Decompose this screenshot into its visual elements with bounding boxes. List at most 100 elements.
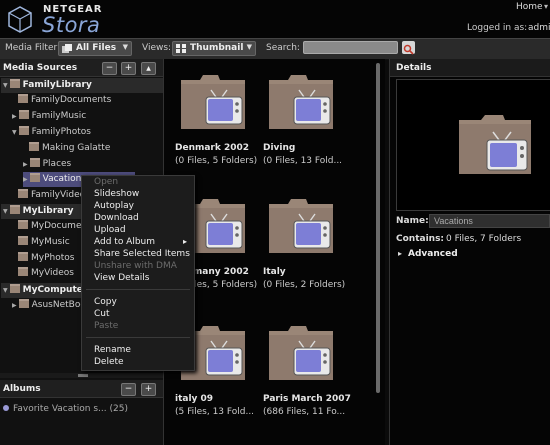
tree-item-label: Making Galatte (42, 143, 111, 153)
tree-item-familyphotos[interactable]: ▼ FamilyPhotos (12, 125, 91, 140)
folder-icon (9, 205, 20, 214)
chevron-down-icon: ▼ (246, 43, 252, 51)
folder-icon (18, 236, 28, 245)
menu-item-download[interactable]: Download (94, 213, 139, 223)
details-title: Details (396, 63, 432, 73)
menu-item-add-to-album[interactable]: Add to Album (94, 237, 155, 247)
collapse-arrow-icon[interactable]: ▶ (12, 113, 17, 120)
folder-icon (9, 79, 20, 88)
views-label: Views: (142, 43, 172, 53)
home-menu[interactable]: Home (516, 2, 543, 12)
menu-item-autoplay[interactable]: Autoplay (94, 201, 134, 211)
menu-separator (86, 337, 190, 338)
search-input[interactable] (303, 41, 398, 54)
tree-item-label: MyPhotos (31, 253, 75, 263)
folder-icon (9, 284, 20, 293)
tree-item-familylibrary[interactable]: ▼ FamilyLibrary (1, 78, 163, 93)
folder-tv-icon (269, 75, 333, 129)
folder-tv-icon (181, 75, 245, 129)
media-filter-dropdown[interactable]: All Files ▼ (58, 41, 132, 56)
tree-item-making-galatte[interactable]: Making Galatte (29, 141, 110, 156)
collapse-arrow-icon[interactable]: ▶ (23, 176, 28, 183)
contains-label: Contains: (396, 234, 445, 244)
folder-count: (686 Files, 11 Fo... (263, 407, 346, 417)
advanced-toggle[interactable]: Advanced (408, 249, 458, 259)
tree-item-label: MyVideos (31, 268, 74, 278)
tree-item-label: Places (42, 159, 72, 169)
search-button[interactable] (402, 41, 415, 55)
expand-arrow-icon[interactable]: ▼ (12, 129, 17, 136)
folder-name: Denmark 2002 (175, 143, 250, 153)
up-arrow-button[interactable]: ▲ (141, 62, 156, 75)
folder-thumbnail[interactable]: Paris March 2007 (686 Files, 11 Fo... (263, 323, 351, 418)
album-label: Favorite Vacation s... (25) (13, 404, 128, 414)
tree-item-familydocuments[interactable]: FamilyDocuments (18, 93, 111, 108)
menu-item-cut[interactable]: Cut (94, 309, 110, 319)
menu-item-slideshow[interactable]: Slideshow (94, 189, 139, 199)
resize-grip-icon[interactable] (78, 374, 88, 377)
folder-thumbnail[interactable]: Italy (0 Files, 2 Folders) (263, 196, 349, 291)
logged-in-label: Logged in as: (467, 23, 528, 33)
albums-title: Albums (3, 384, 41, 394)
tree-item-places[interactable]: ▶ Places (23, 157, 71, 172)
folder-tv-icon (269, 326, 333, 380)
folder-icon (29, 142, 39, 151)
views-dropdown[interactable]: Thumbnail ▼ (172, 41, 256, 56)
folder-icon (18, 189, 28, 198)
name-input[interactable] (429, 214, 550, 228)
media-sources-title: Media Sources (3, 63, 78, 73)
username: admin (528, 23, 550, 33)
media-filter-value: All Files (76, 43, 117, 53)
folder-count: (0 Files, 2 Folders) (263, 280, 346, 290)
collapse-arrow-icon[interactable]: ▶ (23, 161, 28, 168)
expand-arrow-icon[interactable]: ▼ (3, 287, 8, 294)
tree-item-familymusic[interactable]: ▶ FamilyMusic (12, 109, 86, 124)
expand-arrow-icon[interactable]: ▼ (3, 82, 8, 89)
menu-item-copy[interactable]: Copy (94, 297, 117, 307)
menu-item-open: Open (94, 177, 119, 187)
search-label: Search: (266, 43, 300, 53)
folder-name: italy 09 (175, 394, 214, 404)
tree-item-label: FamilyLibrary (22, 80, 92, 90)
folder-tv-icon (269, 199, 333, 253)
chevron-right-icon[interactable]: ▸ (398, 249, 402, 258)
chevron-down-icon[interactable]: ▾ (544, 2, 548, 11)
expand-arrow-icon[interactable]: ▼ (3, 208, 8, 215)
tree-item-familyvideos[interactable]: FamilyVideos (18, 188, 90, 203)
add-album-button[interactable]: + (141, 383, 156, 396)
add-source-button[interactable]: + (121, 62, 136, 75)
folder-icon (29, 158, 40, 167)
submenu-arrow-icon: ▸ (183, 237, 188, 246)
menu-item-upload[interactable]: Upload (94, 225, 126, 235)
tree-item-label: MyLibrary (22, 206, 74, 216)
menu-item-paste: Paste (94, 321, 119, 331)
remove-source-button[interactable]: − (102, 62, 117, 75)
menu-item-view-details[interactable]: View Details (94, 273, 149, 283)
folder-count: (5 Files, 13 Fold... (175, 407, 255, 417)
tree-item-myphotos[interactable]: MyPhotos (18, 251, 74, 266)
tree-item-mymusic[interactable]: MyMusic (18, 235, 70, 250)
remove-album-button[interactable]: − (121, 383, 136, 396)
panel-resize-handle[interactable] (0, 373, 163, 378)
album-icon (3, 405, 9, 411)
folder-thumbnail[interactable]: Diving (0 Files, 13 Fold... (263, 72, 349, 167)
folder-name: Diving (263, 143, 296, 153)
context-menu: Open Slideshow Autoplay Download Upload Add t… (81, 175, 195, 371)
menu-item-share-selected-items[interactable]: Share Selected Items (94, 249, 190, 259)
tree-item-label: FamilyPhotos (31, 127, 91, 137)
tree-item-label: FamilyMusic (31, 111, 87, 121)
search-icon (403, 44, 414, 55)
tree-item-asusnetbook[interactable]: ▶ AsusNetBook (12, 298, 91, 313)
folder-name: Paris March 2007 (263, 394, 351, 404)
menu-item-delete[interactable]: Delete (94, 357, 124, 367)
menu-item-unshare-with-dma: Unshare with DMA (94, 261, 177, 271)
tree-item-myvideos[interactable]: MyVideos (18, 266, 74, 281)
scrollbar[interactable] (376, 63, 380, 393)
album-item[interactable]: Favorite Vacation s... (25) (3, 402, 128, 417)
collapse-arrow-icon[interactable]: ▶ (12, 302, 17, 309)
folder-name: Italy (263, 267, 286, 277)
tree-item-label: MyMusic (31, 237, 70, 247)
tree-item-label: FamilyDocuments (31, 95, 112, 105)
menu-item-rename[interactable]: Rename (94, 345, 131, 355)
folder-thumbnail[interactable]: Denmark 2002 (0 Files, 5 Folders) (175, 72, 261, 167)
